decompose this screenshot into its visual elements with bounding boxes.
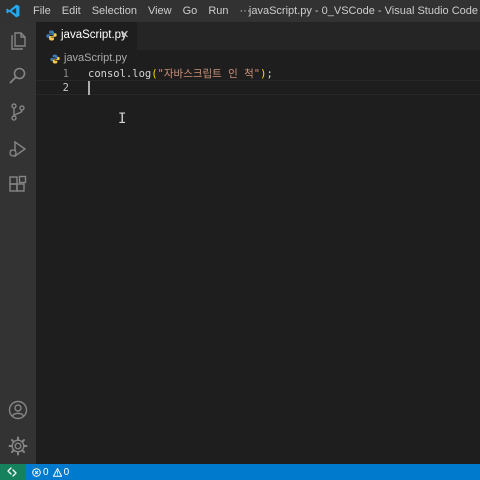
python-file-icon (46, 30, 57, 41)
text-cursor (88, 81, 90, 95)
warning-count: 0 (63, 466, 70, 478)
run-debug-icon[interactable] (7, 138, 29, 160)
extensions-icon[interactable] (7, 174, 29, 196)
search-icon[interactable] (7, 65, 29, 87)
settings-gear-icon[interactable] (7, 435, 29, 457)
menu-edit[interactable]: Edit (62, 5, 81, 17)
code-identifier: consol.log (88, 68, 152, 80)
status-bar: 0 0 (0, 464, 480, 480)
problems-indicator[interactable]: 0 0 (32, 464, 73, 480)
activity-bar (0, 22, 36, 464)
editor-tab-bar: javaScript.py ✕ (36, 22, 480, 50)
menu-file[interactable]: File (33, 5, 51, 17)
menu-bar: File Edit Selection View Go Run ··· (33, 0, 262, 22)
tab-label: javaScript.py (61, 29, 127, 41)
warning-icon (52, 467, 62, 477)
menu-view[interactable]: View (148, 5, 172, 17)
breadcrumb-file[interactable]: javaScript.py (64, 52, 127, 64)
python-file-icon (50, 54, 60, 64)
files-icon[interactable] (7, 30, 29, 52)
vscode-window: File Edit Selection View Go Run ··· java… (0, 0, 480, 480)
remote-indicator[interactable] (0, 464, 25, 480)
tab-javascript-py[interactable]: javaScript.py ✕ (36, 22, 137, 50)
tab-close-icon[interactable]: ✕ (120, 29, 129, 42)
menu-run[interactable]: Run (208, 5, 228, 17)
code-string: "자바스크립트 인 척" (157, 68, 261, 80)
menu-selection[interactable]: Selection (92, 5, 137, 17)
title-bar: File Edit Selection View Go Run ··· java… (0, 0, 480, 22)
ibeam-cursor-icon: I (118, 111, 127, 127)
account-icon[interactable] (7, 399, 29, 421)
menu-go[interactable]: Go (183, 5, 198, 17)
breadcrumb: javaScript.py (36, 50, 480, 68)
code-line-current[interactable]: 2 (36, 80, 480, 95)
code-semicolon: ; (266, 68, 273, 80)
window-title: javaScript.py - 0_VSCode - Visual Studio… (248, 5, 478, 17)
line-number: 2 (62, 82, 69, 94)
remote-icon (7, 467, 17, 477)
error-count: 0 (43, 466, 49, 478)
code-editor[interactable]: 1 consol.log("자바스크립트 인 척"); 2 I (36, 68, 480, 464)
vscode-logo-icon (6, 4, 20, 18)
error-icon (32, 467, 41, 477)
source-control-icon[interactable] (7, 101, 29, 123)
